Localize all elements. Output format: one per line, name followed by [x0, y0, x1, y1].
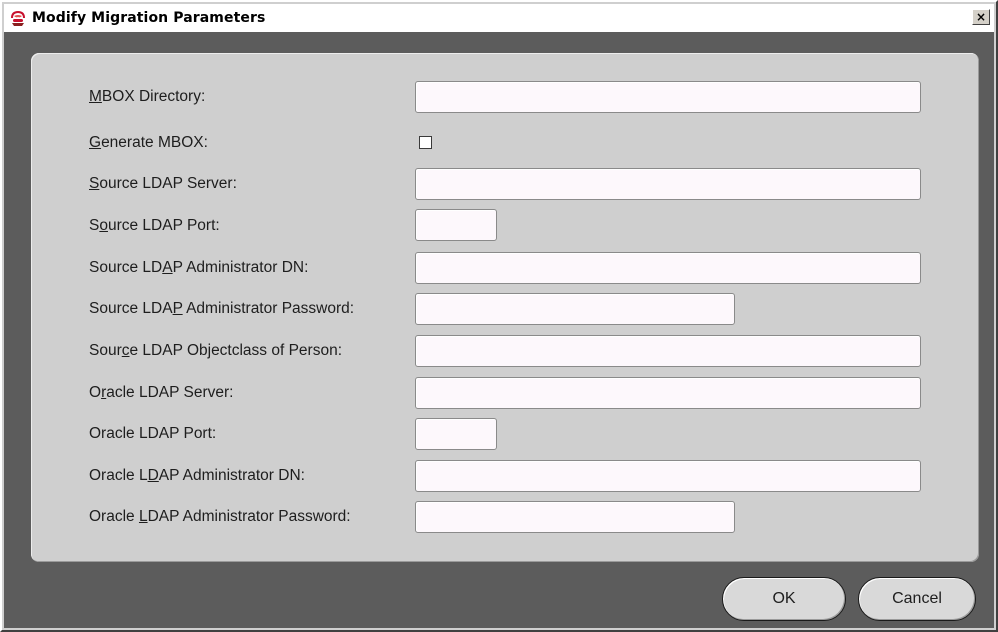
- oracle-ldap-server-label: Oracle LDAP Server:: [89, 384, 234, 401]
- dialog-content: MBOX Directory: Generate MBOX: Source LD…: [4, 32, 994, 628]
- source-ldap-admin-dn-input[interactable]: [415, 252, 921, 284]
- close-icon: ×: [975, 10, 987, 24]
- oracle-java-app-icon: [8, 8, 28, 28]
- source-ldap-objectclass-input[interactable]: [415, 335, 921, 367]
- source-ldap-admin-dn-label: Source LDAP Administrator DN:: [89, 259, 309, 276]
- oracle-ldap-admin-password-input[interactable]: [415, 501, 735, 533]
- close-button[interactable]: ×: [972, 9, 990, 25]
- form-row-mbox-directory: MBOX Directory:: [31, 80, 979, 114]
- mbox-directory-input[interactable]: [415, 81, 921, 113]
- form-row-source-ldap-port: Source LDAP Port:: [31, 209, 979, 243]
- generate-mbox-label: Generate MBOX:: [89, 134, 208, 151]
- oracle-ldap-admin-password-label: Oracle LDAP Administrator Password:: [89, 508, 351, 525]
- cancel-button[interactable]: Cancel: [858, 577, 976, 621]
- form-row-oracle-ldap-port: Oracle LDAP Port:: [31, 417, 979, 451]
- source-ldap-admin-password-input[interactable]: [415, 293, 735, 325]
- form-row-oracle-ldap-admin-password: Oracle LDAP Administrator Password:: [31, 500, 979, 534]
- oracle-ldap-admin-dn-label: Oracle LDAP Administrator DN:: [89, 467, 305, 484]
- source-ldap-port-label: Source LDAP Port:: [89, 217, 220, 234]
- dialog-window: Modify Migration Parameters × MBOX Direc…: [0, 0, 998, 632]
- form-row-oracle-ldap-server: Oracle LDAP Server:: [31, 376, 979, 410]
- parameters-panel: MBOX Directory: Generate MBOX: Source LD…: [31, 53, 979, 562]
- form-row-source-ldap-admin-dn: Source LDAP Administrator DN:: [31, 251, 979, 285]
- generate-mbox-checkbox[interactable]: [419, 136, 432, 149]
- form-row-source-ldap-server: Source LDAP Server:: [31, 167, 979, 201]
- oracle-ldap-port-input[interactable]: [415, 418, 497, 450]
- form-row-source-ldap-admin-password: Source LDAP Administrator Password:: [31, 292, 979, 326]
- source-ldap-objectclass-label: Source LDAP Objectclass of Person:: [89, 342, 343, 359]
- oracle-ldap-server-input[interactable]: [415, 377, 921, 409]
- oracle-ldap-port-label: Oracle LDAP Port:: [89, 425, 217, 442]
- source-ldap-admin-password-label: Source LDAP Administrator Password:: [89, 300, 355, 317]
- ok-button[interactable]: OK: [722, 577, 846, 621]
- oracle-ldap-admin-dn-input[interactable]: [415, 460, 921, 492]
- form-row-source-ldap-objectclass: Source LDAP Objectclass of Person:: [31, 334, 979, 368]
- window-title: Modify Migration Parameters: [32, 10, 266, 26]
- form-row-generate-mbox: Generate MBOX:: [31, 126, 979, 160]
- source-ldap-port-input[interactable]: [415, 209, 497, 241]
- title-bar[interactable]: Modify Migration Parameters ×: [4, 4, 994, 32]
- mbox-directory-label: MBOX Directory:: [89, 88, 206, 105]
- source-ldap-server-label: Source LDAP Server:: [89, 175, 237, 192]
- form-row-oracle-ldap-admin-dn: Oracle LDAP Administrator DN:: [31, 459, 979, 493]
- source-ldap-server-input[interactable]: [415, 168, 921, 200]
